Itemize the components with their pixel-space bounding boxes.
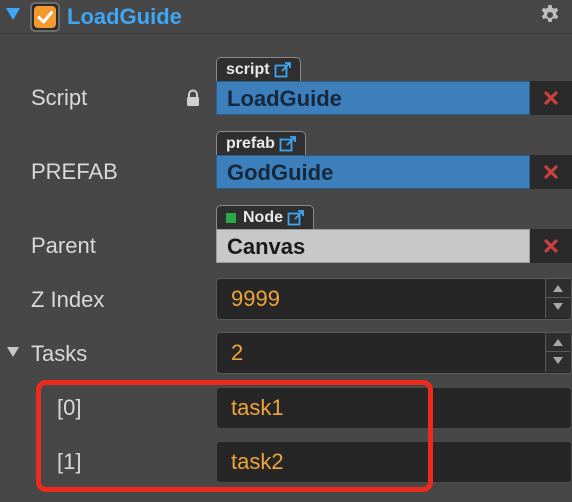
remove-x-icon (544, 91, 558, 105)
z-index-input[interactable]: 9999 (216, 278, 572, 320)
script-type-label: script (226, 60, 270, 78)
external-link-icon[interactable] (287, 209, 305, 226)
tasks-count-value: 2 (231, 340, 244, 365)
parent-label: Parent (31, 233, 96, 258)
component-title: LoadGuide (67, 4, 182, 29)
z-index-label: Z Index (31, 287, 105, 312)
spin-down-button[interactable] (546, 352, 570, 371)
spin-up-icon (553, 339, 563, 346)
z-index-value: 9999 (231, 286, 280, 311)
prefab-type-label: prefab (226, 134, 275, 152)
tasks-count-stepper (545, 333, 571, 372)
script-type-tag: script (216, 57, 301, 81)
component-header: LoadGuide (0, 0, 572, 34)
prefab-type-tag: prefab (216, 131, 306, 155)
parent-type-label: Node (243, 208, 283, 226)
node-type-icon (226, 212, 236, 223)
component-enable-checkbox[interactable] (30, 2, 60, 32)
script-label: Script (31, 85, 88, 110)
external-link-icon[interactable] (279, 135, 297, 152)
spin-down-button[interactable] (546, 298, 570, 317)
remove-x-icon (544, 239, 558, 253)
external-link-icon[interactable] (274, 61, 292, 78)
highlight-annotation-box (36, 380, 433, 492)
script-asset-field[interactable]: LoadGuide (216, 81, 530, 115)
script-remove-button[interactable] (530, 81, 572, 115)
lock-icon (187, 89, 199, 106)
spin-up-icon (553, 285, 563, 292)
parent-remove-button[interactable] (530, 229, 572, 263)
tasks-label: Tasks (31, 341, 88, 366)
parent-type-tag: Node (216, 205, 314, 229)
spin-up-button[interactable] (546, 333, 570, 352)
spin-down-icon (553, 303, 563, 310)
checkbox-check-icon (34, 6, 56, 28)
collapse-triangle-icon[interactable] (6, 8, 20, 20)
tasks-collapse-triangle-icon[interactable] (7, 347, 19, 357)
prefab-asset-field[interactable]: GodGuide (216, 155, 530, 189)
spin-down-icon (553, 357, 563, 364)
spin-up-button[interactable] (546, 279, 570, 298)
z-index-stepper (545, 279, 571, 318)
prefab-label: PREFAB (31, 159, 118, 184)
remove-x-icon (544, 165, 558, 179)
parent-node-field[interactable]: Canvas (216, 229, 530, 263)
tasks-count-input[interactable]: 2 (216, 332, 572, 374)
gear-icon[interactable] (539, 4, 561, 26)
prefab-remove-button[interactable] (530, 155, 572, 189)
